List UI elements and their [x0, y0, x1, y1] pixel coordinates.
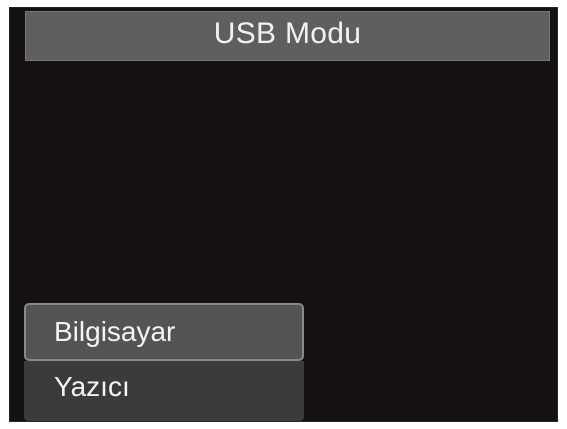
menu-item-computer[interactable]: Bilgisayar — [24, 303, 304, 361]
screen-title: USB Modu — [25, 11, 550, 61]
menu-item-printer[interactable]: Yazıcı — [24, 361, 304, 421]
device-screen: USB Modu Bilgisayar Yazıcı — [9, 7, 558, 422]
usb-mode-menu: Bilgisayar Yazıcı — [24, 303, 304, 421]
